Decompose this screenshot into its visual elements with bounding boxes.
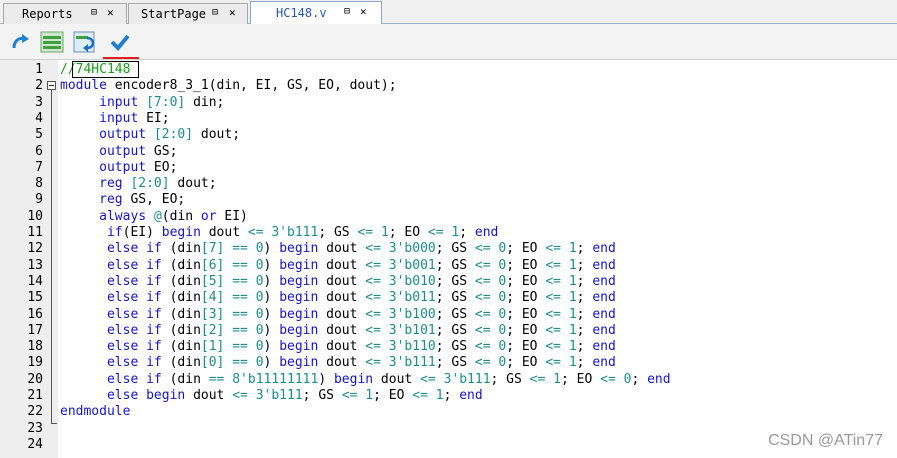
code-text: module encoder8_3_1(din, EI, GS, EO, dou… xyxy=(60,78,397,94)
code-text: input EI; xyxy=(99,110,170,126)
code-line[interactable]: 3 input [7:0] din; xyxy=(0,95,897,111)
close-icon[interactable]: ✕ xyxy=(360,5,367,18)
active-tool-indicator xyxy=(103,57,139,59)
tab-label: Reports xyxy=(22,7,73,21)
code-editor[interactable]: 1//74HC148 2 module encoder8_3_1(din, EI, … xyxy=(0,60,897,458)
tab-label: StartPage xyxy=(141,7,207,21)
line-number: 11 xyxy=(27,225,43,240)
code-text: else if (din[2] == 0) begin dout <= 3'b1… xyxy=(106,322,616,338)
code-line[interactable]: 23 xyxy=(0,421,897,437)
line-number: 8 xyxy=(35,176,43,192)
close-icon[interactable]: ✕ xyxy=(229,6,236,19)
code-line[interactable]: 14 else if (din[5] == 0) begin dout <= 3… xyxy=(0,274,897,290)
code-text: else if (din[4] == 0) begin dout <= 3'b0… xyxy=(106,290,616,306)
line-number: 17 xyxy=(27,322,43,338)
editor-toolbar xyxy=(0,24,897,60)
tab-label: HC148.v xyxy=(276,6,327,20)
line-number: 16 xyxy=(27,306,43,322)
redo-icon[interactable] xyxy=(8,30,32,54)
code-text: output GS; xyxy=(99,143,178,159)
float-window-icon[interactable]: ⊟ xyxy=(344,6,350,17)
code-line[interactable]: 15 else if (din[4] == 0) begin dout <= 3… xyxy=(0,290,897,306)
compile-lines-icon[interactable] xyxy=(40,30,64,54)
line-number: 9 xyxy=(35,192,43,208)
line-number: 1 xyxy=(35,62,43,77)
code-line[interactable]: 16 else if (din[3] == 0) begin dout <= 3… xyxy=(0,307,897,323)
code-line[interactable]: 17 else if (din[2] == 0) begin dout <= 3… xyxy=(0,323,897,339)
tab-reports[interactable]: Reports ⊟ ✕ xyxy=(3,3,127,24)
code-text: else if (din[3] == 0) begin dout <= 3'b1… xyxy=(106,306,616,322)
line-number: 23 xyxy=(27,420,43,436)
code-line[interactable]: 7 output EO; xyxy=(0,160,897,176)
line-number: 3 xyxy=(35,94,43,110)
code-text: reg [2:0] dout; xyxy=(99,176,217,192)
close-icon[interactable]: ✕ xyxy=(107,6,114,19)
code-line[interactable]: 2 module encoder8_3_1(din, EI, GS, EO, do… xyxy=(0,78,897,94)
line-number: 12 xyxy=(27,241,43,257)
code-line[interactable]: 13 else if (din[6] == 0) begin dout <= 3… xyxy=(0,258,897,274)
line-number: 5 xyxy=(35,127,43,143)
code-text: output [2:0] dout; xyxy=(99,127,241,143)
line-number: 13 xyxy=(27,257,43,273)
float-window-icon[interactable]: ⊟ xyxy=(91,7,97,18)
check-icon[interactable] xyxy=(108,30,132,54)
line-number: 19 xyxy=(27,355,43,371)
code-text: output EO; xyxy=(99,159,178,175)
tab-hc148-v[interactable]: HC148.v ⊟ ✕ xyxy=(250,1,382,25)
line-number: 15 xyxy=(27,290,43,306)
code-text: input [7:0] din; xyxy=(99,94,225,110)
code-text: else begin dout <= 3'b111; GS <= 1; EO <… xyxy=(106,388,483,403)
collapse-icon[interactable] xyxy=(47,81,56,90)
code-line[interactable]: 19 else if (din[0] == 0) begin dout <= 3… xyxy=(0,355,897,371)
line-number: 4 xyxy=(35,110,43,126)
line-number: 20 xyxy=(27,371,43,387)
code-text: else if (din[1] == 0) begin dout <= 3'b1… xyxy=(106,339,616,355)
code-text: reg GS, EO; xyxy=(99,192,186,208)
document-tab-bar: Reports ⊟ ✕ StartPage ⊟ ✕ HC148.v ⊟ ✕ xyxy=(0,0,897,25)
fold-guide-end xyxy=(51,423,57,424)
code-line[interactable]: 12 else if (din[7] == 0) begin dout <= 3… xyxy=(0,241,897,257)
code-text: else if (din[7] == 0) begin dout <= 3'b0… xyxy=(106,241,616,257)
code-line[interactable]: 20 else if (din == 8'b11111111) begin do… xyxy=(0,372,897,388)
code-line[interactable]: 8 reg [2:0] dout; xyxy=(0,176,897,192)
line-number: 14 xyxy=(27,273,43,289)
code-line[interactable]: 24 xyxy=(0,437,897,453)
line-number: 6 xyxy=(35,143,43,159)
selection-highlight xyxy=(72,61,139,78)
float-window-icon[interactable]: ⊟ xyxy=(212,7,218,18)
code-text: else if (din == 8'b11111111) begin dout … xyxy=(106,371,671,387)
code-line[interactable]: 6 output GS; xyxy=(0,144,897,160)
line-number: 18 xyxy=(27,339,43,355)
code-text: always @(din or EI) xyxy=(99,208,248,224)
line-number: 22 xyxy=(27,404,43,420)
code-line[interactable]: 18 else if (din[1] == 0) begin dout <= 3… xyxy=(0,339,897,355)
tab-startpage[interactable]: StartPage ⊟ ✕ xyxy=(128,3,248,24)
wrap-icon[interactable] xyxy=(73,30,97,54)
code-line[interactable]: 11 if(EI) begin dout <= 3'b111; GS <= 1;… xyxy=(0,225,897,241)
code-line[interactable]: 5 output [2:0] dout; xyxy=(0,127,897,143)
watermark: CSDN @ATin77 xyxy=(768,432,883,449)
line-number: 21 xyxy=(27,388,43,403)
code-text: if(EI) begin dout <= 3'b111; GS <= 1; EO… xyxy=(106,225,499,240)
code-text: else if (din[5] == 0) begin dout <= 3'b0… xyxy=(106,273,616,289)
code-line[interactable]: 10 always @(din or EI) xyxy=(0,209,897,225)
line-number: 7 xyxy=(35,159,43,175)
code-line[interactable]: 21 else begin dout <= 3'b111; GS <= 1; E… xyxy=(0,388,897,404)
code-line[interactable]: 4 input EI; xyxy=(0,111,897,127)
line-number: 2 xyxy=(35,78,43,94)
code-text: endmodule xyxy=(60,404,131,420)
fold-guide xyxy=(51,90,52,424)
line-number: 24 xyxy=(27,436,43,452)
code-text: else if (din[6] == 0) begin dout <= 3'b0… xyxy=(106,257,616,273)
code-line[interactable]: 22 endmodule xyxy=(0,404,897,420)
code-line[interactable]: 9 reg GS, EO; xyxy=(0,192,897,208)
line-number: 10 xyxy=(27,208,43,224)
code-text: else if (din[0] == 0) begin dout <= 3'b1… xyxy=(106,355,616,371)
